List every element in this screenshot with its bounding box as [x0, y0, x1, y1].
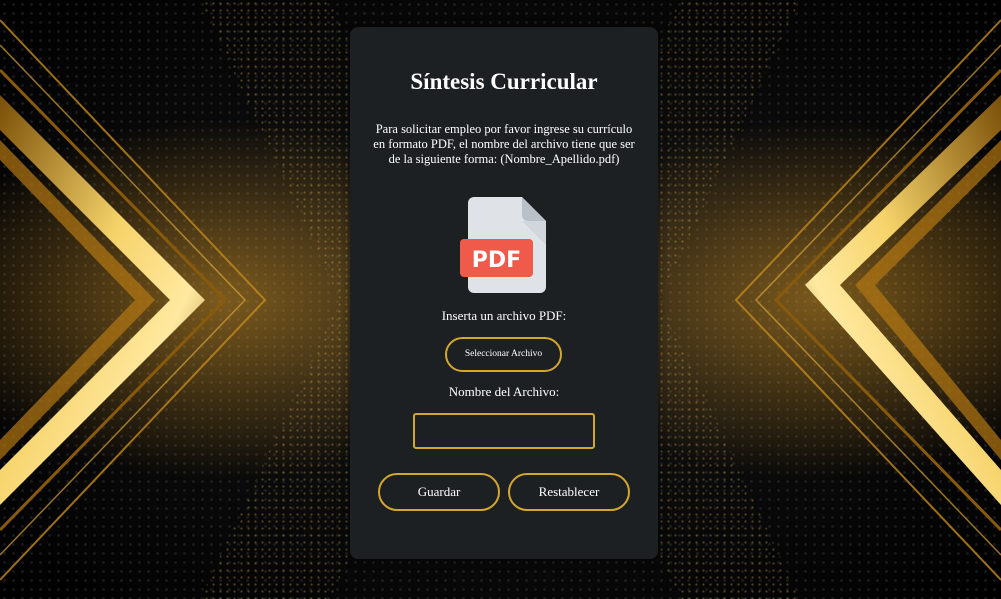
filename-input[interactable]	[413, 413, 595, 449]
select-file-button[interactable]: Seleccionar Archivo	[445, 337, 562, 372]
insert-file-label: Inserta un archivo PDF:	[441, 308, 567, 323]
save-button[interactable]: Guardar	[378, 473, 500, 511]
instructions-text: Para solicitar empleo por favor ingrese …	[373, 122, 635, 166]
pdf-file-icon: PDF	[460, 197, 546, 293]
resume-form-card: Síntesis Curricular Para solicitar emple…	[350, 27, 658, 559]
filename-label: Nombre del Archivo:	[448, 384, 560, 399]
page-background: Síntesis Curricular Para solicitar emple…	[0, 0, 1001, 599]
reset-button[interactable]: Restablecer	[508, 473, 630, 511]
page-title: Síntesis Curricular	[410, 69, 598, 94]
pdf-badge-label: PDF	[472, 248, 521, 273]
